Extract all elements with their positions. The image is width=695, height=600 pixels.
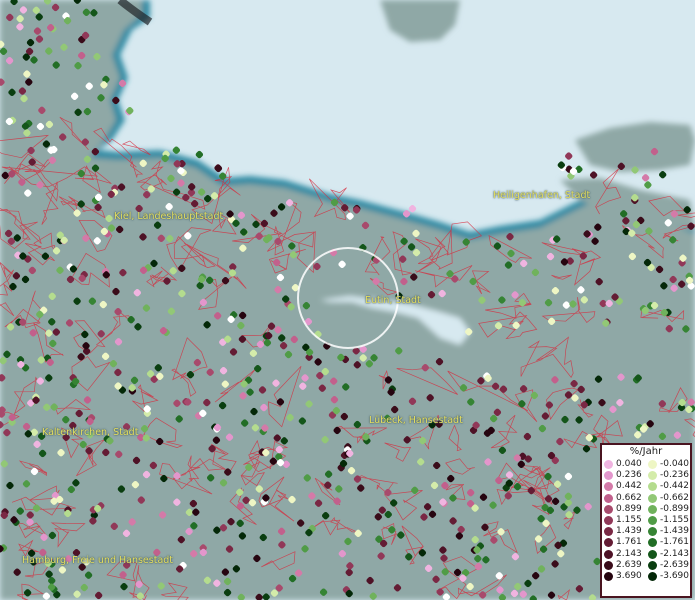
legend-swatch xyxy=(604,493,613,503)
legend-entry-positive: 3.690 xyxy=(602,571,646,582)
legend-entry-negative: -0.442 xyxy=(646,481,690,492)
legend-value: -2.639 xyxy=(660,559,690,570)
legend-swatch xyxy=(648,571,657,581)
legend-entry-negative: -1.761 xyxy=(646,537,690,548)
legend-rows: 0.040 -0.040 0.236 -0.236 0.442 -0.442 0.662 -0… xyxy=(602,459,690,582)
legend-swatch xyxy=(648,504,657,514)
legend-entry-positive: 0.236 xyxy=(602,470,646,481)
legend-entry-negative: -1.439 xyxy=(646,526,690,537)
city-label-heiligenhafen[interactable]: Heiligenhafen, Stadt xyxy=(493,190,590,201)
city-label-eutin[interactable]: Eutin, Stadt xyxy=(365,295,421,306)
map-view[interactable]: Kiel, Landeshauptstadt Heiligenhafen, St… xyxy=(0,0,695,600)
legend-swatch xyxy=(604,482,613,492)
legend-swatch xyxy=(604,571,613,581)
legend-swatch xyxy=(648,482,657,492)
legend-swatch xyxy=(604,471,613,481)
legend-value: 0.442 xyxy=(616,481,642,492)
legend-value: -0.442 xyxy=(660,481,690,492)
legend-entry-positive: 1.155 xyxy=(602,515,646,526)
legend-swatch xyxy=(648,460,657,470)
legend-value: -3.690 xyxy=(660,570,690,581)
legend-entry-positive: 0.899 xyxy=(602,504,646,515)
legend-swatch xyxy=(648,527,657,537)
legend-swatch xyxy=(648,560,657,570)
legend-swatch xyxy=(648,549,657,559)
legend-entry-negative: -1.155 xyxy=(646,515,690,526)
legend-entry-positive: 2.143 xyxy=(602,549,646,560)
legend-row: 0.040 -0.040 xyxy=(602,459,690,470)
legend-swatch xyxy=(604,549,613,559)
legend-value: 3.690 xyxy=(616,570,642,581)
legend-value: 1.155 xyxy=(616,514,642,525)
legend-swatch xyxy=(648,493,657,503)
legend-value: -0.236 xyxy=(660,470,690,481)
legend-row: 0.236 -0.236 xyxy=(602,470,690,481)
legend-value: 0.236 xyxy=(616,470,642,481)
legend-row: 2.143 -2.143 xyxy=(602,549,690,560)
legend-entry-negative: -0.662 xyxy=(646,493,690,504)
legend-row: 1.761 -1.761 xyxy=(602,537,690,548)
legend-value: 0.899 xyxy=(616,503,642,514)
legend-value: 1.439 xyxy=(616,526,642,537)
legend-entry-negative: -2.639 xyxy=(646,560,690,571)
legend-row: 0.442 -0.442 xyxy=(602,481,690,492)
legend-swatch xyxy=(604,560,613,570)
legend-swatch xyxy=(648,516,657,526)
legend-entry-positive: 0.040 xyxy=(602,459,646,470)
legend-entry-negative: -3.690 xyxy=(646,571,690,582)
legend-entry-negative: -0.899 xyxy=(646,504,690,515)
legend-row: 0.899 -0.899 xyxy=(602,504,690,515)
map-canvas xyxy=(0,0,695,600)
city-label-hamburg[interactable]: Hamburg, Freie und Hansestadt xyxy=(22,555,173,566)
legend-entry-positive: 1.761 xyxy=(602,537,646,548)
legend-value: -0.040 xyxy=(660,459,690,469)
legend-value: -0.899 xyxy=(660,503,690,514)
legend-value: -2.143 xyxy=(660,548,690,559)
legend-value: -1.439 xyxy=(660,526,690,537)
legend-entry-positive: 1.439 xyxy=(602,526,646,537)
legend-swatch xyxy=(648,471,657,481)
legend-row: 1.155 -1.155 xyxy=(602,515,690,526)
legend-swatch xyxy=(604,516,613,526)
legend-entry-positive: 0.662 xyxy=(602,493,646,504)
legend-value: 2.639 xyxy=(616,559,642,570)
legend-swatch xyxy=(604,538,613,548)
legend-row: 3.690 -3.690 xyxy=(602,571,690,582)
legend-entry-positive: 2.639 xyxy=(602,560,646,571)
legend-swatch xyxy=(604,504,613,514)
legend-value: 0.662 xyxy=(616,492,642,503)
city-label-kiel[interactable]: Kiel, Landeshauptstadt xyxy=(114,211,223,222)
legend-value: 2.143 xyxy=(616,548,642,559)
legend-swatch xyxy=(604,527,613,537)
legend-swatch xyxy=(648,538,657,548)
legend-value: 0.040 xyxy=(616,459,642,469)
legend-entry-negative: -0.040 xyxy=(646,459,690,470)
city-label-luebeck[interactable]: Lübeck, Hansestadt xyxy=(369,415,463,426)
legend-value: -1.761 xyxy=(660,537,690,548)
legend-entry-negative: -2.143 xyxy=(646,549,690,560)
legend-row: 2.639 -2.639 xyxy=(602,560,690,571)
legend-row: 1.439 -1.439 xyxy=(602,526,690,537)
map-legend: %/Jahr 0.040 -0.040 0.236 -0.236 0.442 -0.442… xyxy=(600,443,692,598)
legend-value: -1.155 xyxy=(660,514,690,525)
legend-value: 1.761 xyxy=(616,537,642,548)
legend-row: 0.662 -0.662 xyxy=(602,493,690,504)
legend-swatch xyxy=(604,460,613,470)
legend-title: %/Jahr xyxy=(629,446,663,457)
legend-entry-negative: -0.236 xyxy=(646,470,690,481)
legend-entry-positive: 0.442 xyxy=(602,481,646,492)
legend-value: -0.662 xyxy=(660,492,690,503)
city-label-kaltenkirchen[interactable]: Kaltenkirchen, Stadt xyxy=(42,427,138,438)
